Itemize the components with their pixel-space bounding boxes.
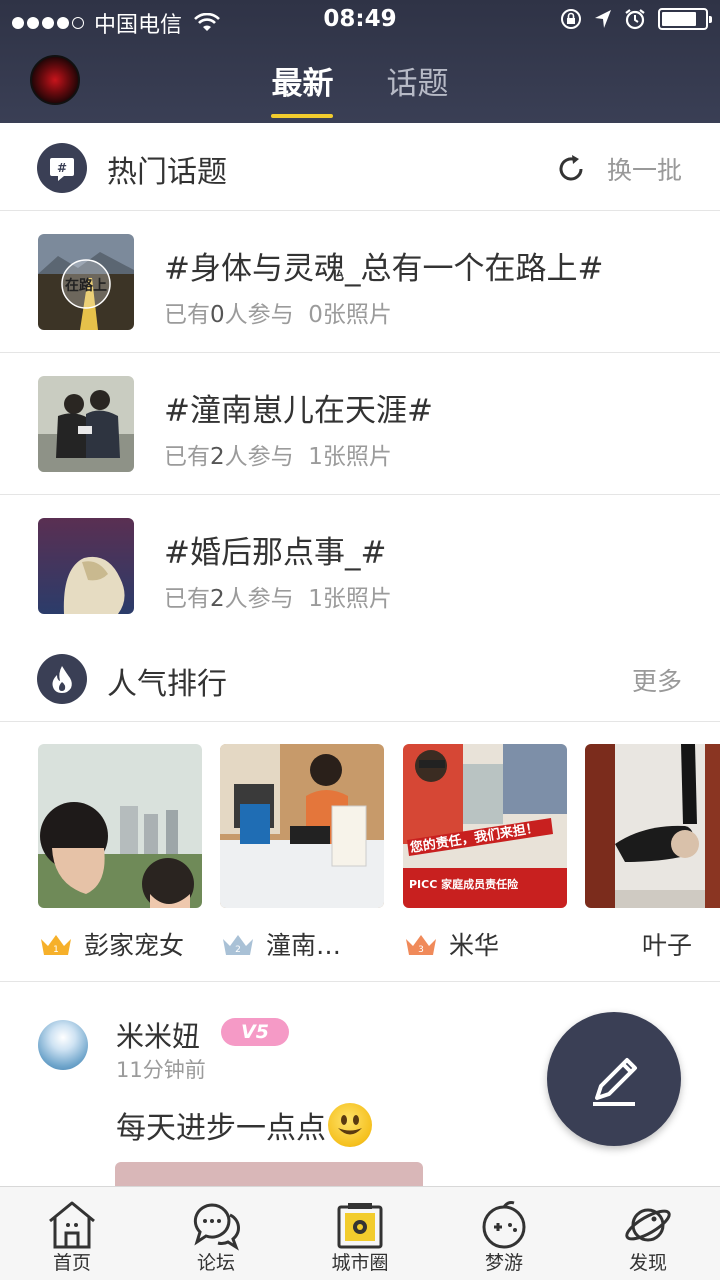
ranking-name: 潼南… [266,931,342,960]
nav-dream-tour[interactable]: 梦游 [432,1187,576,1280]
topic-thumbnail [38,518,134,614]
tab-latest[interactable]: 最新 [271,58,334,118]
svg-text:1: 1 [53,945,59,955]
city-circle-icon [337,1203,383,1249]
top-header: 中国电信 08:49 最新 话题 [0,0,720,123]
section-title: 人气排行 [107,667,227,702]
gamepad-icon [482,1201,526,1249]
refresh-icon [559,155,583,181]
ranking-card[interactable]: 1 彭家宠女 [38,744,202,962]
ranking-card[interactable]: 叶子 [585,744,720,962]
topic-name: #身体与灵魂_总有一个在路上# [164,251,604,287]
flame-icon [37,654,87,704]
topic-meta: 已有2人参与 1张照片 [164,444,392,470]
thumb-text: 在路上 [65,277,107,294]
topic-name: #婚后那点事_# [164,535,387,571]
location-arrow-icon [595,10,611,28]
refresh-label: 换一批 [606,156,682,185]
topic-item[interactable]: #潼南崽儿在天涯# 已有2人参与 1张照片 [0,353,720,495]
topic-item[interactable]: 在路上 #身体与灵魂_总有一个在路上# 已有0人参与 0张照片 [0,211,720,353]
svg-text:#: # [57,161,67,175]
bottom-tab-bar: 首页 论坛 城市圈 梦游 发现 [0,1186,720,1280]
svg-text:3: 3 [418,945,424,955]
pencil-icon [593,1058,637,1106]
vip-badge: V5 [221,1018,289,1046]
post-time: 11分钟前 [116,1058,206,1082]
ranking-photo [220,744,384,908]
ranking-card[interactable]: 2 潼南… [220,744,384,962]
popular-header: 人气排行 更多 [0,636,720,722]
topic-thumbnail [38,376,134,472]
svg-text:2: 2 [235,945,241,955]
nav-forum[interactable]: 论坛 [144,1187,288,1280]
main-tabs: 最新 话题 [0,58,720,118]
ranking-photo: 您的责任，我们来担！ PICC 家庭成员责任险 [403,744,567,908]
nav-discover[interactable]: 发现 [576,1187,720,1280]
ranking-name: 米华 [449,931,500,960]
topic-thumbnail: 在路上 [38,234,134,330]
compose-button[interactable] [547,1012,681,1146]
bronze-crown-icon: 3 [406,935,436,955]
alarm-icon [625,9,645,30]
gold-crown-icon: 1 [41,935,71,955]
tab-topics[interactable]: 话题 [387,58,449,113]
hot-topics-header: # 热门话题 换一批 [0,123,720,211]
post-author-avatar[interactable] [38,1020,88,1070]
ranking-name: 彭家宠女 [84,931,185,960]
topic-name: #潼南崽儿在天涯# [164,393,433,429]
planet-icon [625,1208,671,1242]
ranking-name: 叶子 [642,931,693,960]
popular-ranking-row: 1 彭家宠女 2 潼南… 您的责任，我们来担！ PICC 家庭成员责任险 3 米… [0,722,720,982]
rotation-lock-icon [561,9,581,29]
ranking-photo [585,744,720,908]
svg-text:PICC 家庭成员责任险: PICC 家庭成员责任险 [409,877,519,891]
smile-emoji-icon [328,1103,372,1147]
topic-meta: 已有2人参与 1张照片 [164,586,392,612]
post-author-name[interactable]: 米米妞 [116,1015,200,1055]
status-bar: 中国电信 08:49 [0,0,720,40]
topic-item[interactable]: #婚后那点事_# 已有2人参与 1张照片 [0,495,720,637]
post-content: 每天进步一点点 [116,1103,372,1147]
ranking-photo [38,744,202,908]
chat-bubbles-icon [193,1203,240,1251]
hashtag-chat-icon: # [37,143,87,193]
silver-crown-icon: 2 [223,935,253,955]
section-title: 热门话题 [107,155,227,190]
refresh-button[interactable]: 换一批 [555,151,682,187]
battery-icon [658,8,712,30]
nav-home[interactable]: 首页 [0,1187,144,1280]
topic-meta: 已有0人参与 0张照片 [164,302,392,328]
home-icon [49,1201,95,1249]
more-link[interactable]: 更多 [632,662,682,698]
ranking-card[interactable]: 您的责任，我们来担！ PICC 家庭成员责任险 3 米华 [403,744,567,962]
nav-city-circle[interactable]: 城市圈 [288,1187,432,1280]
